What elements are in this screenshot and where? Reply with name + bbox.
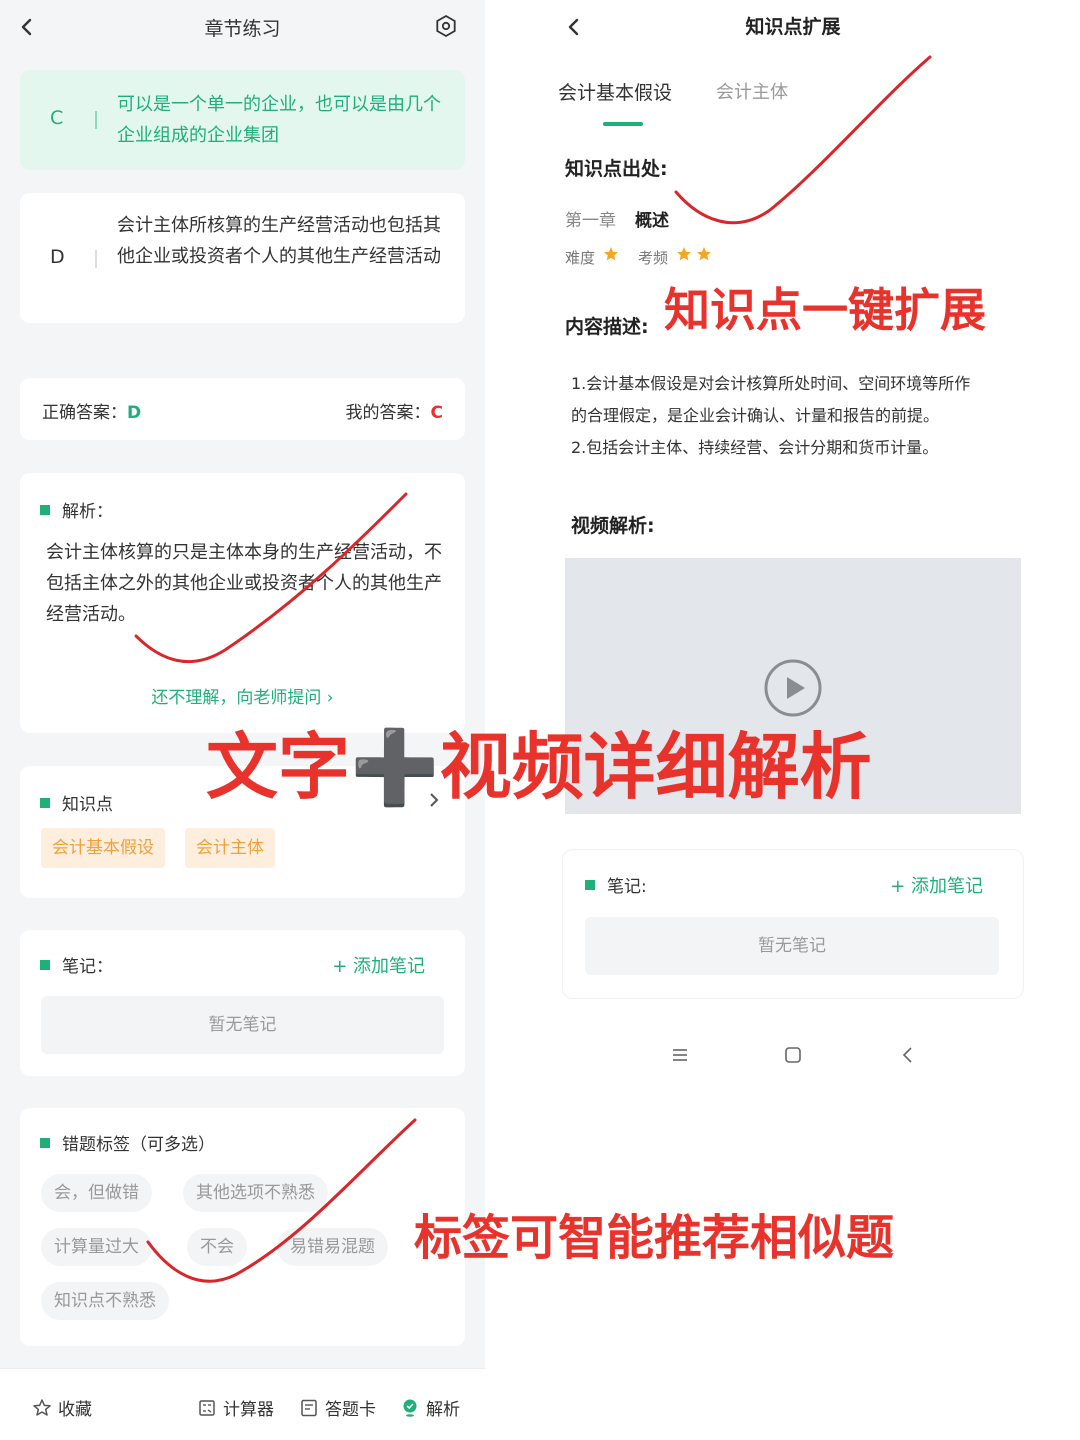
section-marker-icon [40, 1138, 50, 1148]
settings-icon[interactable] [434, 14, 458, 38]
error-tag-pill[interactable]: 其他选项不熟悉 [183, 1174, 328, 1212]
star-icon [677, 247, 691, 261]
error-tags-card: 错题标签（可多选） 会，但做错 其他选项不熟悉 计算量过大 不会 易错易混题 知… [20, 1108, 465, 1346]
add-note-button[interactable]: + 添加笔记 [890, 872, 983, 898]
error-tag-pill[interactable]: 易错易混题 [277, 1228, 388, 1266]
star-icon [697, 247, 711, 261]
knowledge-title: 知识点 [40, 790, 113, 815]
right-notes-card: 笔记: + 添加笔记 暂无笔记 [563, 850, 1023, 998]
analysis-pin-icon [403, 1399, 417, 1417]
right-header: 知识点扩展 会计基本假设 会计主体 [543, 0, 1043, 128]
correct-answer: 正确答案：D [42, 403, 142, 423]
star-outline-icon [33, 1398, 51, 1416]
divider [95, 250, 97, 268]
description-line: 的合理假定，是企业会计确认、计量和报告的前提。 [571, 406, 940, 425]
answer-card-label: 答题卡 [325, 1400, 376, 1420]
notes-title: 笔记: [585, 872, 647, 897]
caption-middle: 文字➕视频详细解析 [206, 724, 872, 809]
divider [95, 111, 97, 129]
option-c[interactable]: C 可以是一个单一的企业，也可以是由几个企业组成的企业集团 [20, 70, 465, 170]
description-text: 1.会计基本假设是对会计核算所处时间、空间环境等所作 的合理假定，是企业会计确认… [571, 368, 1021, 464]
error-tag-pill[interactable]: 知识点不熟悉 [41, 1282, 169, 1320]
description-line: 2.包括会计主体、持续经营、会计分期和货币计量。 [571, 438, 939, 457]
source-label: 知识点出处: [565, 158, 668, 180]
right-phone-screen: 知识点扩展 会计基本假设 会计主体 知识点出处: 第一章 概述 难度 考频 内容… [543, 0, 1043, 1030]
tab-basic-assumption[interactable]: 会计基本假设 [558, 78, 672, 105]
option-d[interactable]: D 会计主体所核算的生产经营活动也包括其他企业或投资者个人的其他生产经营活动 [20, 193, 465, 323]
notes-card: 笔记： + 添加笔记 暂无笔记 [20, 930, 465, 1076]
calculator-icon [199, 1399, 215, 1416]
frequency-label: 考频 [638, 249, 669, 267]
notes-title: 笔记： [40, 952, 113, 977]
video-label: 视频解析: [571, 515, 655, 537]
system-navigation-bar [543, 1030, 1043, 1082]
left-header: 章节练习 [0, 0, 485, 56]
section-marker-icon [40, 798, 50, 808]
option-letter: D [50, 246, 65, 268]
difficulty-label: 难度 [565, 249, 596, 267]
answer-sheet-icon [301, 1399, 317, 1416]
active-tab-underline [603, 122, 643, 126]
add-note-button[interactable]: + 添加笔记 [332, 952, 425, 978]
error-tag-pill[interactable]: 不会 [187, 1228, 247, 1266]
description-label: 内容描述: [565, 316, 649, 338]
page-title: 知识点扩展 [745, 16, 841, 38]
tab-accounting-entity[interactable]: 会计主体 [716, 78, 788, 104]
option-text: 会计主体所核算的生产经营活动也包括其他企业或投资者个人的其他生产经营活动 [117, 215, 441, 267]
back-icon[interactable] [897, 1044, 919, 1066]
favorite-button[interactable]: 收藏 [32, 1395, 92, 1420]
analysis-label: 解析 [426, 1400, 460, 1420]
calculator-label: 计算器 [223, 1400, 274, 1420]
explanation-text: 会计主体核算的只是主体本身的生产经营活动，不包括主体之外的其他企业或投资者个人的… [46, 542, 442, 625]
caption-top-right: 知识点一键扩展 [664, 283, 986, 337]
error-tag-pill[interactable]: 会，但做错 [41, 1174, 152, 1212]
favorite-label: 收藏 [58, 1400, 92, 1420]
empty-notes-box: 暂无笔记 [41, 996, 444, 1054]
section-marker-icon [40, 960, 50, 970]
frequency-stars [676, 246, 716, 266]
caption-bottom-right: 标签可智能推荐相似题 [414, 1210, 895, 1266]
page-title: 章节练习 [204, 18, 281, 40]
error-tag-pill[interactable]: 计算量过大 [41, 1228, 152, 1266]
chapter-number: 第一章 [565, 211, 616, 231]
home-icon[interactable] [782, 1044, 804, 1066]
error-tags-title: 错题标签（可多选） [40, 1130, 215, 1155]
explanation-card: 解析： 会计主体核算的只是主体本身的生产经营活动，不包括主体之外的其他企业或投资… [20, 473, 465, 733]
knowledge-tag[interactable]: 会计主体 [185, 828, 275, 868]
knowledge-detail: 知识点出处: 第一章 概述 难度 考频 内容描述: 1.会计基本假设是对会计核算… [543, 128, 1043, 1030]
option-letter: C [50, 107, 64, 129]
difficulty-stars [603, 246, 623, 266]
analysis-button[interactable]: 解析 [400, 1395, 460, 1420]
star-icon [604, 247, 618, 261]
section-marker-icon [585, 880, 595, 890]
ask-teacher-link[interactable]: 还不理解，向老师提问 › [20, 683, 465, 708]
my-answer: 我的答案：C [345, 403, 443, 423]
section-marker-icon [40, 505, 50, 515]
answer-card-button[interactable]: 答题卡 [299, 1395, 376, 1420]
chapter-name: 概述 [635, 211, 669, 231]
description-line: 1.会计基本假设是对会计核算所处时间、空间环境等所作 [571, 374, 971, 393]
knowledge-tag[interactable]: 会计基本假设 [41, 828, 165, 868]
option-text: 可以是一个单一的企业，也可以是由几个企业组成的企业集团 [117, 94, 441, 146]
menu-icon[interactable] [669, 1044, 691, 1066]
bottom-toolbar: 收藏 计算器 答题卡 解析 [0, 1368, 485, 1440]
answer-row: 正确答案：D 我的答案：C [20, 378, 465, 440]
empty-notes-box: 暂无笔记 [585, 917, 999, 975]
calculator-button[interactable]: 计算器 [197, 1395, 274, 1420]
explanation-title: 解析： [40, 497, 113, 522]
